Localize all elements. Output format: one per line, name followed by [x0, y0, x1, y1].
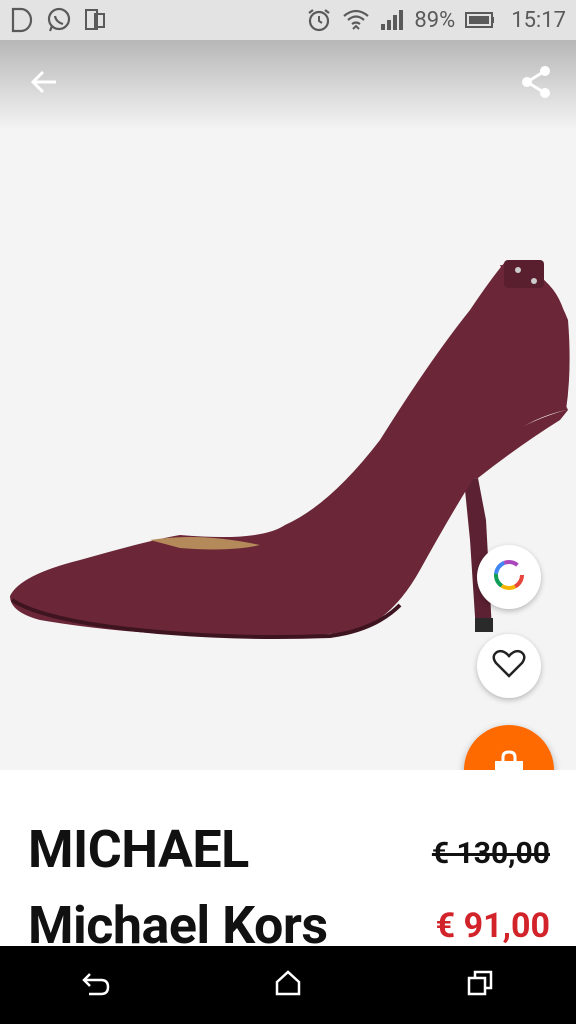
recents-icon — [466, 969, 494, 1001]
battery-icon — [465, 11, 495, 29]
status-bar: 89% 15:17 — [0, 0, 576, 40]
nav-home-button[interactable] — [253, 955, 323, 1015]
whatsapp-icon — [46, 7, 72, 33]
wishlist-button[interactable] — [477, 634, 541, 698]
back-arrow-icon — [29, 67, 59, 101]
back-button[interactable] — [22, 62, 66, 106]
clock: 15:17 — [511, 7, 566, 33]
sale-price: € 91,00 — [435, 906, 550, 946]
d-letter-icon — [10, 7, 34, 33]
alarm-icon — [306, 7, 332, 33]
product-detail-screen: 89% 15:17 MICHAEL Michael Kors € 130,00 … — [0, 0, 576, 1024]
phone-sync-icon — [84, 7, 106, 33]
notification-icons — [10, 7, 106, 33]
signal-icon — [380, 9, 404, 31]
color-options-button[interactable] — [477, 545, 541, 609]
battery-percent: 89% — [414, 7, 456, 33]
original-price: € 130,00 — [431, 836, 550, 871]
nav-back-button[interactable] — [61, 955, 131, 1015]
wifi-icon — [342, 7, 370, 33]
toolbar-scrim — [0, 40, 576, 130]
nav-back-icon — [81, 970, 111, 1000]
heart-icon — [492, 649, 526, 683]
share-icon — [520, 65, 552, 103]
color-wheel-icon — [492, 558, 526, 596]
nav-recents-button[interactable] — [445, 955, 515, 1015]
system-icons: 89% 15:17 — [306, 7, 566, 33]
home-icon — [274, 969, 302, 1001]
product-brand: MICHAEL Michael Kors — [28, 819, 328, 956]
navigation-bar — [0, 946, 576, 1024]
share-button[interactable] — [514, 62, 558, 106]
